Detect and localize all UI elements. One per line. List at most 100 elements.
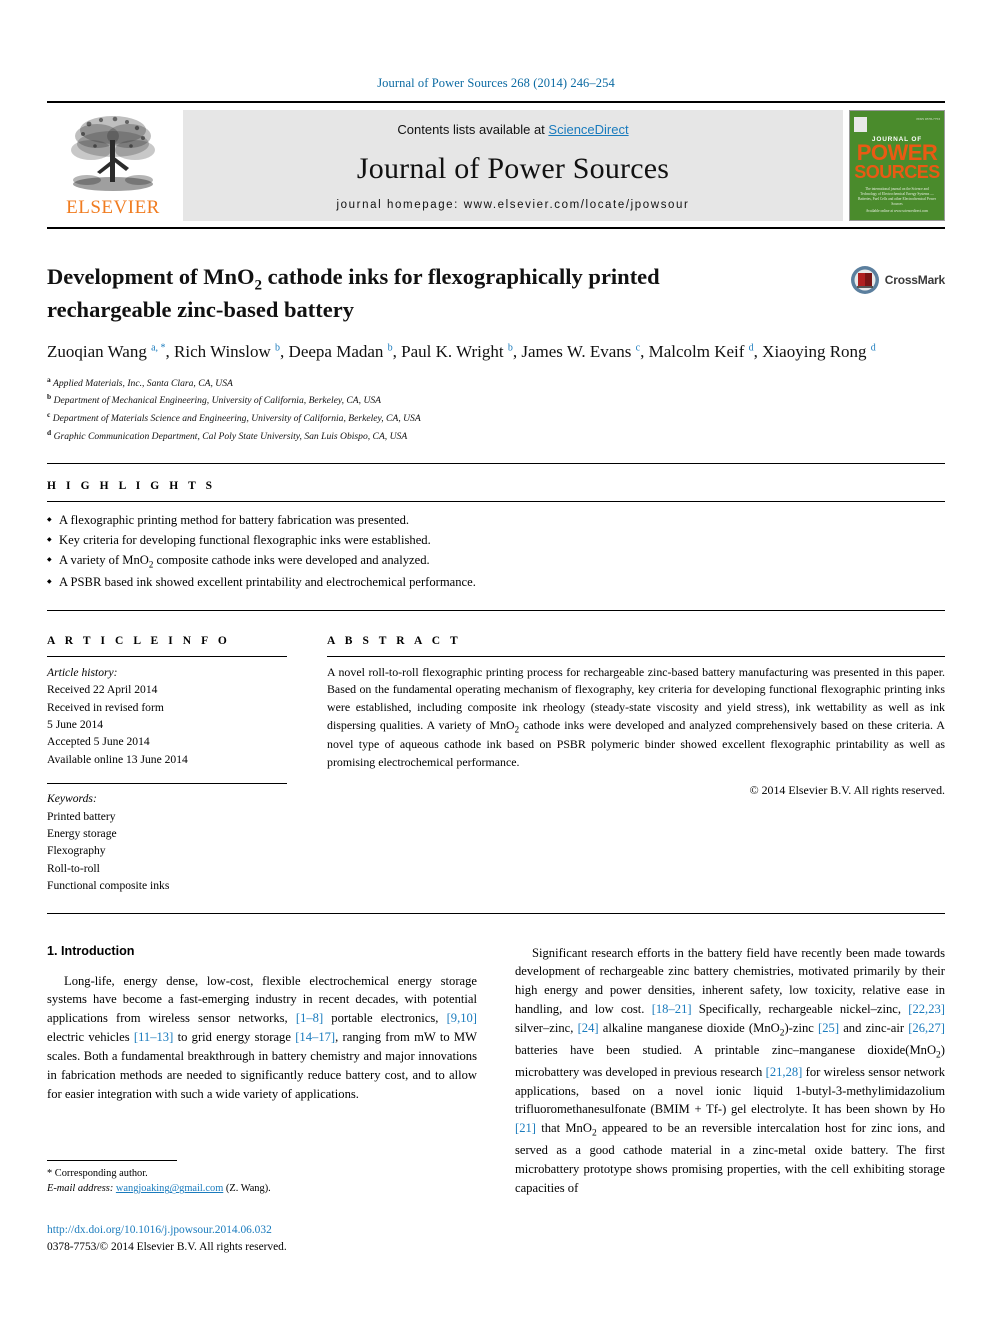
list-item: Roll-to-roll	[47, 861, 100, 875]
article-history-label: Article history:	[47, 665, 118, 679]
highlights-list: A flexographic printing method for batte…	[47, 510, 945, 592]
elsevier-wordmark: ELSEVIER	[66, 197, 160, 218]
highlights-heading: H I G H L I G H T S	[47, 479, 216, 492]
author-item: Rich Winslow b	[174, 341, 281, 361]
keywords-block: Keywords: Printed battery Energy storage…	[47, 783, 287, 894]
citation-ref[interactable]: [18–21]	[652, 1002, 692, 1016]
divider-above-highlights	[47, 462, 945, 464]
abstract-heading: A B S T R A C T	[327, 634, 462, 647]
list-item: Accepted 5 June 2014	[47, 735, 150, 749]
citation-ref[interactable]: [22,23]	[908, 1002, 945, 1016]
footnote-divider	[47, 1160, 177, 1161]
email-label: E-mail address:	[47, 1183, 114, 1195]
issn-copyright-line: 0378-7753/© 2014 Elsevier B.V. All right…	[47, 1241, 287, 1254]
list-item: A PSBR based ink showed excellent printa…	[47, 572, 945, 592]
list-item: Printed battery	[47, 809, 116, 823]
list-item: Energy storage	[47, 827, 117, 840]
cover-bottom-text: Available online at www.sciencedirect.co…	[865, 209, 929, 213]
chemical-subscript: 2	[936, 1050, 941, 1061]
citation-ref[interactable]: [24]	[578, 1021, 599, 1035]
journal-title: Journal of Power Sources	[356, 152, 670, 185]
title-block: Development of MnO2 cathode inks for fle…	[47, 263, 945, 324]
author-marks: b	[275, 341, 281, 353]
keywords-list: Printed battery Energy storage Flexograp…	[47, 808, 287, 895]
abstract-text: A novel roll-to-roll flexographic printi…	[327, 664, 945, 769]
email-suffix: (Z. Wang).	[225, 1183, 271, 1195]
author-marks: b	[507, 341, 513, 353]
footer-identifiers: http://dx.doi.org/10.1016/j.jpowsour.201…	[47, 1222, 287, 1256]
affiliation-mark: c	[47, 410, 51, 420]
citation-ref[interactable]: [1–8]	[296, 1011, 323, 1025]
citation-ref[interactable]: [26,27]	[908, 1021, 945, 1035]
chemical-subscript: 2	[148, 559, 154, 570]
author-item: Zuoqian Wang a, *	[47, 341, 166, 361]
citation-ref[interactable]: [21,28]	[766, 1065, 803, 1079]
divider-above-abstract	[47, 609, 945, 611]
affiliation-text: Applied Materials, Inc., Santa Clara, CA…	[52, 377, 233, 389]
affiliation-text: Department of Mechanical Engineering, Un…	[53, 395, 382, 407]
author-marks: d	[870, 341, 876, 353]
journal-cover-thumbnail: ISSN 0378-7753 JOURNAL OF POWER SOURCES …	[849, 110, 945, 221]
article-info-heading: A R T I C L E I N F O	[47, 634, 231, 647]
citation-ref[interactable]: [25]	[818, 1021, 839, 1035]
affiliation-item: a Applied Materials, Inc., Santa Clara, …	[47, 374, 945, 392]
citation-ref[interactable]: [9,10]	[447, 1011, 477, 1025]
title-subscript: 2	[254, 277, 262, 294]
author-marks: c	[635, 341, 641, 353]
list-item: Key criteria for developing functional f…	[47, 530, 945, 550]
masthead-center: Contents lists available at ScienceDirec…	[183, 110, 843, 221]
section-heading-introduction: 1. Introduction	[47, 943, 135, 958]
list-item: Flexography	[47, 844, 106, 858]
affiliation-text: Department of Materials Science and Engi…	[52, 413, 421, 425]
abstract-divider	[327, 655, 945, 657]
paragraph: Long-life, energy dense, low-cost, flexi…	[47, 973, 478, 1101]
affiliation-item: b Department of Mechanical Engineering, …	[47, 391, 945, 409]
cover-top-text: ISSN 0378-7753	[916, 117, 940, 121]
chemical-subscript: 2	[779, 1028, 785, 1039]
elsevier-tree-icon	[71, 116, 155, 191]
crossmark-label: CrossMark	[884, 273, 945, 287]
author-item: Paul K. Wright b	[401, 341, 513, 361]
cover-sources-word: SOURCES	[854, 161, 940, 182]
affiliation-item: d Graphic Communication Department, Cal …	[47, 427, 945, 445]
citation-ref[interactable]: [21]	[515, 1121, 536, 1135]
cover-power-word: POWER	[856, 140, 938, 165]
article-history-list: Received 22 April 2014 Received in revis…	[47, 681, 287, 768]
chemical-subscript: 2	[514, 724, 520, 735]
crossmark-badge[interactable]: CrossMark	[850, 265, 945, 295]
cover-top-row: ISSN 0378-7753	[854, 117, 940, 132]
journal-homepage[interactable]: journal homepage: www.elsevier.com/locat…	[183, 199, 843, 211]
affiliation-text: Graphic Communication Department, Cal Po…	[53, 431, 408, 443]
cover-elsevier-mark-icon	[854, 117, 867, 132]
abstract-section: A B S T R A C T A novel roll-to-roll fle…	[327, 635, 945, 895]
crossmark-icon	[850, 266, 879, 294]
list-item: A variety of MnO2 composite cathode inks…	[47, 550, 945, 572]
affiliation-mark: d	[47, 427, 52, 437]
paragraph: Significant research efforts in the batt…	[515, 945, 945, 1195]
list-item: A flexographic printing method for batte…	[47, 510, 945, 530]
affiliation-item: c Department of Materials Science and En…	[47, 409, 945, 427]
title-part-3: rechargeable zinc-based battery	[47, 296, 355, 322]
email-link[interactable]: wangjoaking@gmail.com	[116, 1183, 223, 1194]
affiliation-mark: b	[47, 392, 52, 402]
contents-prefix: Contents lists available at	[397, 122, 549, 137]
doi-link[interactable]: http://dx.doi.org/10.1016/j.jpowsour.201…	[47, 1222, 287, 1239]
title-part-1: Development of MnO	[47, 264, 255, 289]
running-head: Journal of Power Sources 268 (2014) 246–…	[377, 76, 615, 90]
author-marks: a, *	[151, 341, 166, 353]
elsevier-logo: ELSEVIER	[47, 110, 179, 221]
keywords-divider	[47, 783, 287, 785]
author-marks: b	[387, 341, 393, 353]
affiliation-mark: a	[47, 374, 51, 384]
abstract-copyright: © 2014 Elsevier B.V. All rights reserved…	[749, 782, 945, 797]
body-column-right: Significant research efforts in the batt…	[515, 944, 945, 1198]
divider-below-abstract	[47, 912, 945, 914]
corresponding-author-line: * Corresponding author.	[47, 1168, 148, 1179]
info-abstract-row: A R T I C L E I N F O Article history: R…	[47, 635, 945, 895]
chemical-subscript: 2	[591, 1128, 597, 1139]
citation-ref[interactable]: [14–17]	[295, 1030, 335, 1044]
journal-masthead: ELSEVIER Contents lists available at Sci…	[47, 101, 945, 229]
citation-ref[interactable]: [11–13]	[134, 1030, 173, 1044]
author-item: Deepa Madan b	[288, 341, 393, 361]
sciencedirect-link[interactable]: ScienceDirect	[548, 122, 628, 137]
